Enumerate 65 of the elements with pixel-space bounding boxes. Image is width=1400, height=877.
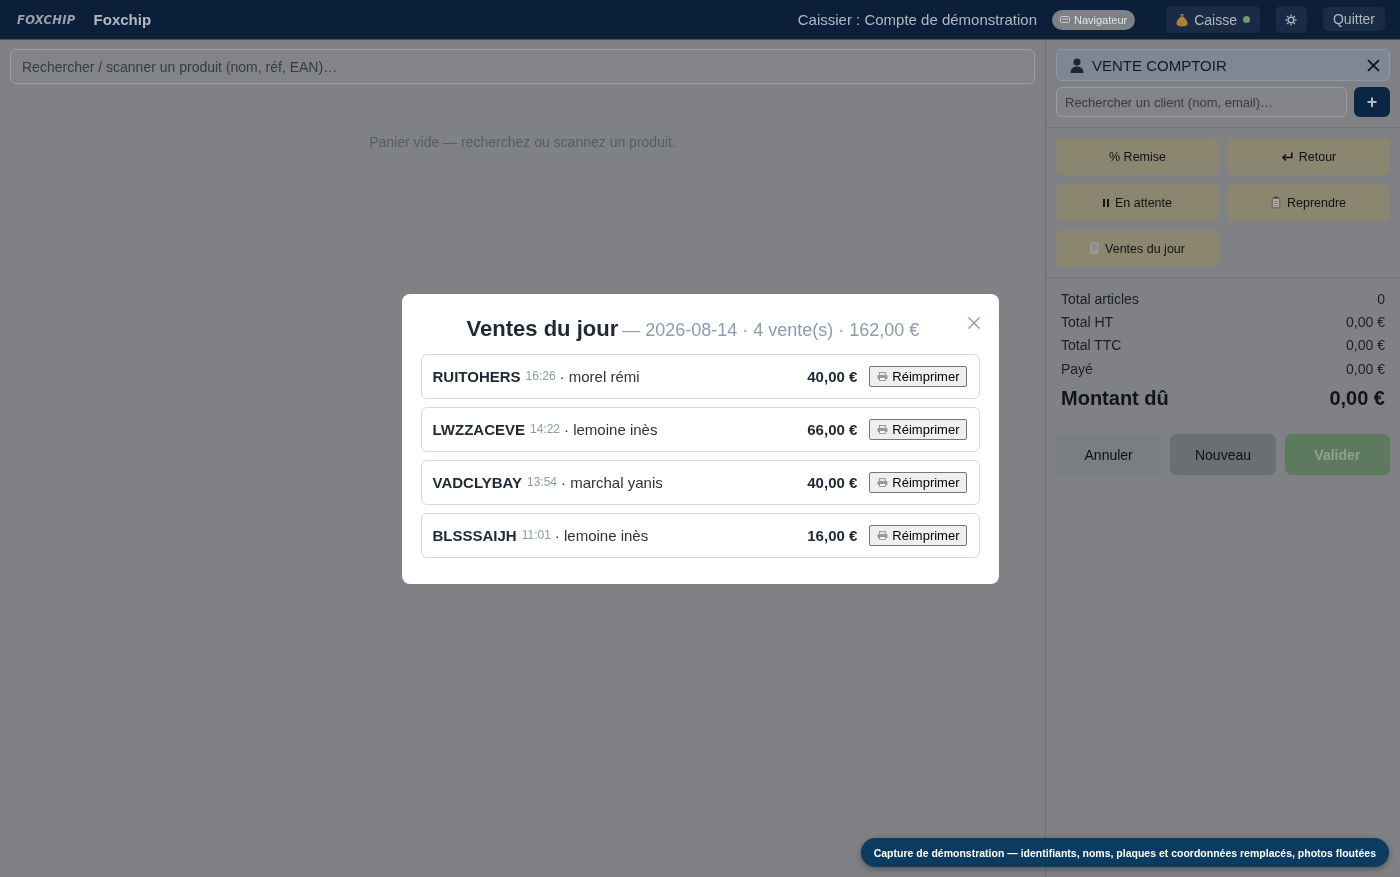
sale-code: LWZZACEVE — [432, 420, 525, 438]
sale-code: VADCLYBAY — [432, 473, 522, 491]
sale-time: 13:54 — [527, 475, 557, 489]
printer-icon — [877, 371, 889, 381]
total-value: 0,00 € — [1346, 360, 1385, 377]
sale-time: 14:22 — [530, 422, 561, 436]
printer-icon — [877, 424, 889, 434]
action-button[interactable]: Reprendre — [1227, 184, 1390, 221]
printer-icon — [877, 477, 889, 487]
close-icon[interactable] — [1367, 58, 1380, 72]
dialog-title: Ventes du jour — [466, 315, 619, 341]
sale-time: 11:01 — [521, 528, 551, 542]
sale-code: BLSSSAIJH — [432, 526, 517, 544]
clipboard-icon — [1270, 196, 1281, 209]
sale-code: RUITOHERS — [432, 367, 521, 385]
add-customer-button[interactable]: + — [1354, 87, 1390, 117]
total-value: 0 — [1377, 290, 1385, 307]
customer-name: VENTE COMPTOIR — [1092, 56, 1228, 74]
reprint-button[interactable]: Réimprimer — [869, 471, 967, 493]
action-button[interactable]: Ventes du jour — [1056, 230, 1219, 267]
sale-customer: · marchal yanis — [561, 473, 663, 491]
action-button[interactable]: % Remise — [1056, 138, 1219, 175]
dialog-subtitle: — 2026-08-14 · 4 vente(s) · 162,00 € — [622, 319, 920, 340]
register-button[interactable]: Caisse — [1166, 6, 1260, 33]
money-bag-icon — [1176, 12, 1189, 27]
pause-icon — [1103, 198, 1109, 207]
logo: FOXCHIP — [17, 12, 76, 27]
app-name: Foxchip — [93, 11, 152, 28]
total-label: Total TTC — [1061, 337, 1122, 354]
sale-amount: 40,00 € — [807, 367, 858, 385]
settings-button[interactable] — [1276, 6, 1307, 33]
reprint-button[interactable]: Réimprimer — [869, 365, 967, 387]
sale-customer: · lemoine inès — [554, 526, 649, 544]
sale-customer: · lemoine inès — [564, 420, 658, 438]
sale-amount: 16,00 € — [807, 526, 858, 544]
settings-icon — [1285, 13, 1298, 26]
cashier-label: Caissier : Compte de démonstration — [797, 11, 1037, 28]
action-button[interactable]: En attente — [1056, 184, 1219, 221]
amount-due-value: 0,00 € — [1329, 386, 1385, 410]
demo-notice: Capture de démonstration — identifiants, noms, plaques et coordonnées remplacés, photos floutées — [860, 838, 1389, 867]
reprint-button[interactable]: Réimprimer — [869, 418, 967, 440]
reprint-button[interactable]: Réimprimer — [869, 524, 967, 546]
mode-badge: Navigateur — [1052, 9, 1136, 30]
sale-amount: 66,00 € — [807, 420, 858, 438]
sale-amount: 40,00 € — [807, 473, 858, 491]
product-search-field[interactable]: Rechercher / scanner un produit (nom, réf, EAN)… — [10, 49, 1035, 84]
person-icon — [1070, 57, 1084, 73]
sale-time: 16:26 — [525, 369, 556, 383]
amount-due-label: Montant dû — [1061, 386, 1169, 410]
total-value: 0,00 € — [1346, 313, 1385, 330]
close-icon[interactable] — [967, 316, 980, 329]
screen-icon — [1060, 15, 1070, 24]
total-label: Total HT — [1061, 313, 1114, 330]
printer-icon — [877, 530, 889, 540]
return-arrow-icon — [1280, 151, 1293, 162]
total-label: Payé — [1061, 360, 1093, 377]
footer-button[interactable]: Nouveau — [1170, 434, 1276, 476]
customer-search-field[interactable]: Rechercher un client (nom, email)… — [1056, 87, 1347, 117]
action-button[interactable]: Retour — [1227, 138, 1390, 175]
quit-button[interactable]: Quitter — [1323, 6, 1385, 31]
total-value: 0,00 € — [1346, 337, 1385, 354]
total-label: Total articles — [1061, 290, 1139, 307]
receipt-icon — [1090, 242, 1100, 255]
sale-customer: · morel rémi — [559, 367, 640, 385]
footer-button[interactable]: Annuler — [1056, 434, 1162, 476]
